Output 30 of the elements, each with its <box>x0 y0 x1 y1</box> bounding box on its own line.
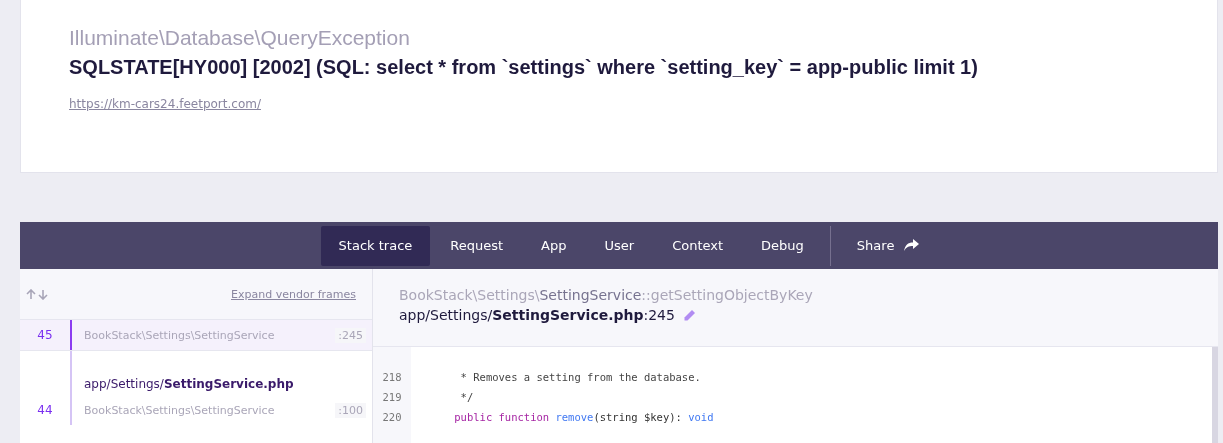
share-button[interactable]: Share <box>838 225 938 266</box>
frame-method: BookStack\Settings\SettingService::getSettingObjectByKey <box>399 287 814 303</box>
tab[interactable]: App <box>523 225 585 266</box>
frame-line-number: :245 <box>335 327 366 343</box>
line-number: 220 <box>381 410 403 425</box>
code-line: public function remove(string $key): void <box>453 410 714 425</box>
stack-frame[interactable]: 45 BookStack\Settings\SettingService :245 <box>20 320 372 351</box>
code-line: * Removes a setting from the database. <box>459 370 702 385</box>
tab[interactable]: User <box>586 225 653 266</box>
tab[interactable]: Request <box>432 225 522 266</box>
line-number: 219 <box>381 390 403 405</box>
code-line: */ <box>459 390 475 405</box>
frame-class: BookStack\Settings\SettingService <box>83 328 276 342</box>
share-arrow-icon <box>904 239 920 252</box>
arrow-up-icon[interactable] <box>26 288 36 300</box>
frame-line-number: :100 <box>335 402 366 418</box>
tab[interactable]: Stack trace <box>320 225 431 266</box>
url-link[interactable]: https://km-cars24.feetport.com/ <box>69 97 261 111</box>
arrow-down-icon[interactable] <box>38 288 48 300</box>
pencil-icon[interactable] <box>682 308 696 322</box>
frame-class: BookStack\Settings\SettingService <box>83 403 276 417</box>
frame-number: 45 <box>36 328 54 342</box>
frame-file-path: app/Settings/SettingService.php <box>83 377 294 393</box>
file-location: app/Settings/SettingService.php:245 <box>399 307 675 323</box>
exception-class: Illuminate\Database\QueryException <box>69 26 411 50</box>
tab[interactable]: Debug <box>743 225 822 266</box>
tab[interactable]: Context <box>654 225 742 266</box>
frame-number: 44 <box>36 403 54 417</box>
exception-message: SQLSTATE[HY000] [2002] (SQL: select * from `settings` where `setting_key` = app-public limit 1) <box>69 56 979 79</box>
line-number: 218 <box>381 370 403 385</box>
